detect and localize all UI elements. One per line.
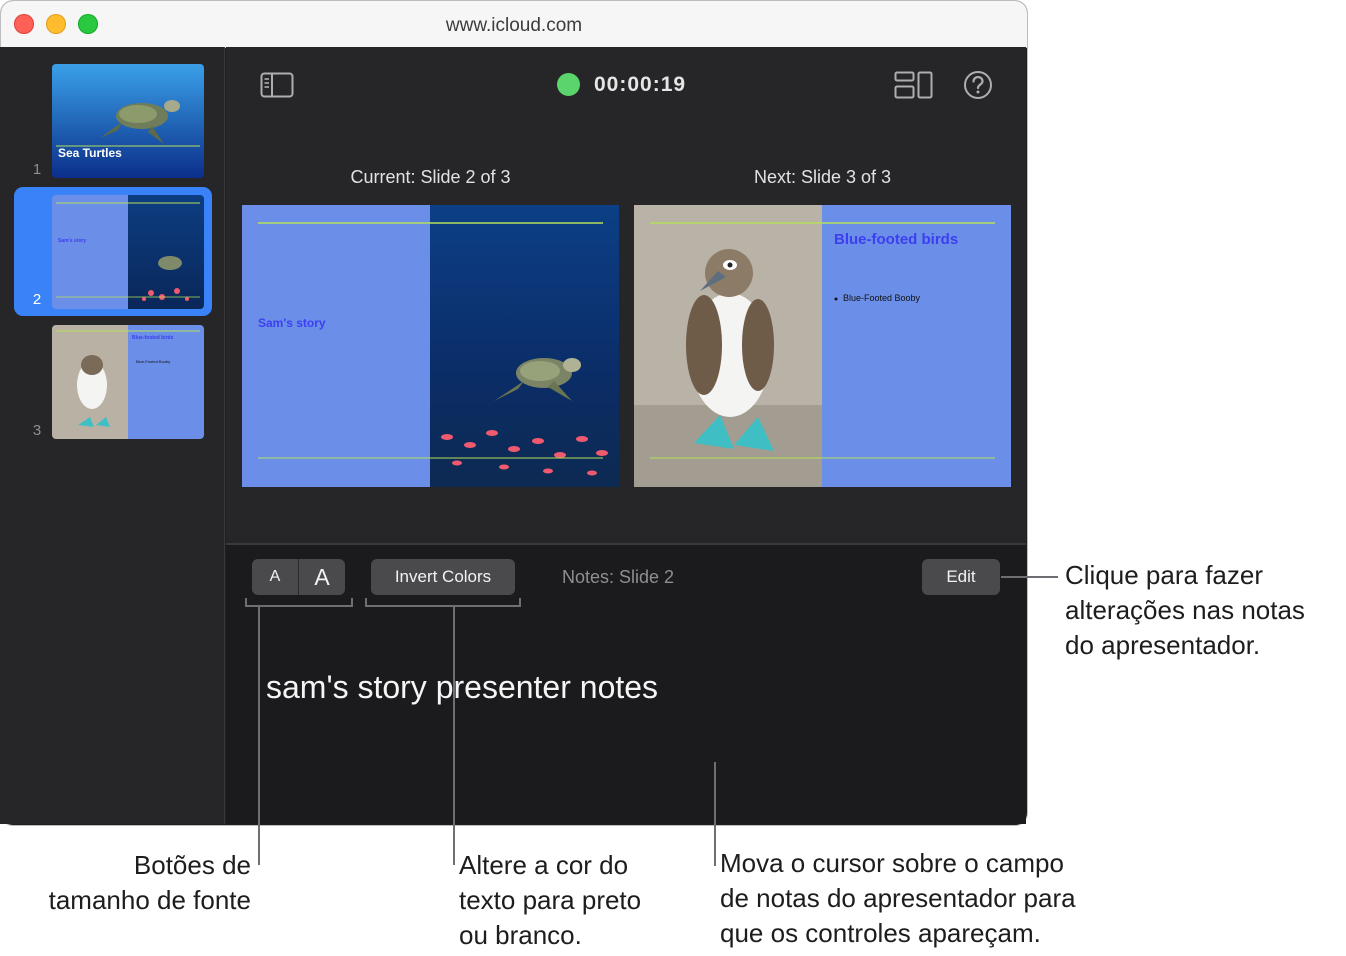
thumbnail-1-title: Sea Turtles [58, 146, 122, 160]
slide-thumbnail-1[interactable]: Sea Turtles [52, 64, 204, 178]
next-slide-preview: Blue-footed birds Blue-Footed Booby [634, 205, 1011, 487]
invert-callout: Altere a cor do texto para preto ou bran… [459, 848, 641, 953]
url-title: www.icloud.com [445, 15, 583, 36]
font-callout-line [258, 607, 260, 865]
current-slide-preview: Sam's story [242, 205, 619, 487]
help-icon[interactable] [963, 70, 993, 105]
edit-callout: Clique para fazer alterações nas notas d… [1065, 558, 1305, 663]
edit-callout-line-3: do apresentador. [1065, 630, 1261, 660]
next-slide-bullet: Blue-Footed Booby [843, 293, 921, 303]
edit-callout-line-1: Clique para fazer [1065, 560, 1263, 590]
slide-thumbnail-2[interactable]: Sam's story [52, 195, 204, 309]
slide-number-1: 1 [32, 161, 42, 178]
invert-colors-button[interactable]: Invert Colors [371, 559, 515, 595]
increase-font-button[interactable]: A [299, 559, 345, 595]
hover-callout-line-3: que os controles apareçam. [720, 918, 1041, 948]
decrease-font-button[interactable]: A [252, 559, 298, 595]
slide-number-2: 2 [32, 291, 42, 308]
next-slide-title: Blue-footed birds [834, 231, 959, 248]
invert-callout-line [453, 607, 455, 865]
invert-callout-line-2: texto para preto [459, 885, 642, 915]
font-callout-line-2: tamanho de fonte [48, 885, 251, 915]
edit-callout-line [1001, 576, 1058, 578]
thumbnail-2-title: Sam's story [58, 238, 87, 244]
invert-callout-line-3: ou branco. [459, 920, 582, 950]
font-bracket-bottom [245, 605, 353, 607]
slide-thumbnail-3[interactable]: Blue-footed birds Blue-Footed Booby [52, 325, 204, 439]
edit-notes-button[interactable]: Edit [922, 559, 1000, 595]
thumbnail-3-bullet: Blue-Footed Booby [136, 359, 171, 364]
hover-callout: Mova o cursor sobre o campo de notas do … [720, 846, 1076, 951]
hover-callout-line-1: Mova o cursor sobre o campo [720, 848, 1064, 878]
slide-navigator: Sea Turtles 1 Sam's story 2 Blue-footed … [0, 47, 225, 824]
thumbnail-3-title: Blue-footed birds [132, 335, 174, 341]
layout-icon[interactable] [894, 71, 934, 104]
current-slide-label: Current: Slide 2 of 3 [350, 167, 511, 187]
edit-callout-line-2: alterações nas notas [1065, 595, 1305, 625]
notes-title: Notes: Slide 2 [562, 567, 675, 587]
title-bar: www.icloud.com [1, 1, 1027, 48]
hover-callout-line [714, 762, 716, 866]
elapsed-timer[interactable]: 00:00:19 [594, 73, 686, 97]
presenter-notes-text: sam's story presenter notes [266, 669, 659, 705]
invert-bracket-bottom [365, 605, 521, 607]
invert-callout-line-1: Altere a cor do [459, 850, 629, 880]
font-callout: Botões de tamanho de fonte [10, 848, 251, 918]
slide-number-3: 3 [32, 422, 42, 439]
next-slide-label: Next: Slide 3 of 3 [753, 167, 892, 187]
sidebar-icon[interactable] [260, 72, 294, 103]
font-callout-line-1: Botões de [133, 850, 251, 880]
timer-status-icon [557, 73, 580, 96]
current-slide-title: Sam's story [258, 316, 326, 330]
hover-callout-line-2: de notas do apresentador para [720, 883, 1076, 913]
